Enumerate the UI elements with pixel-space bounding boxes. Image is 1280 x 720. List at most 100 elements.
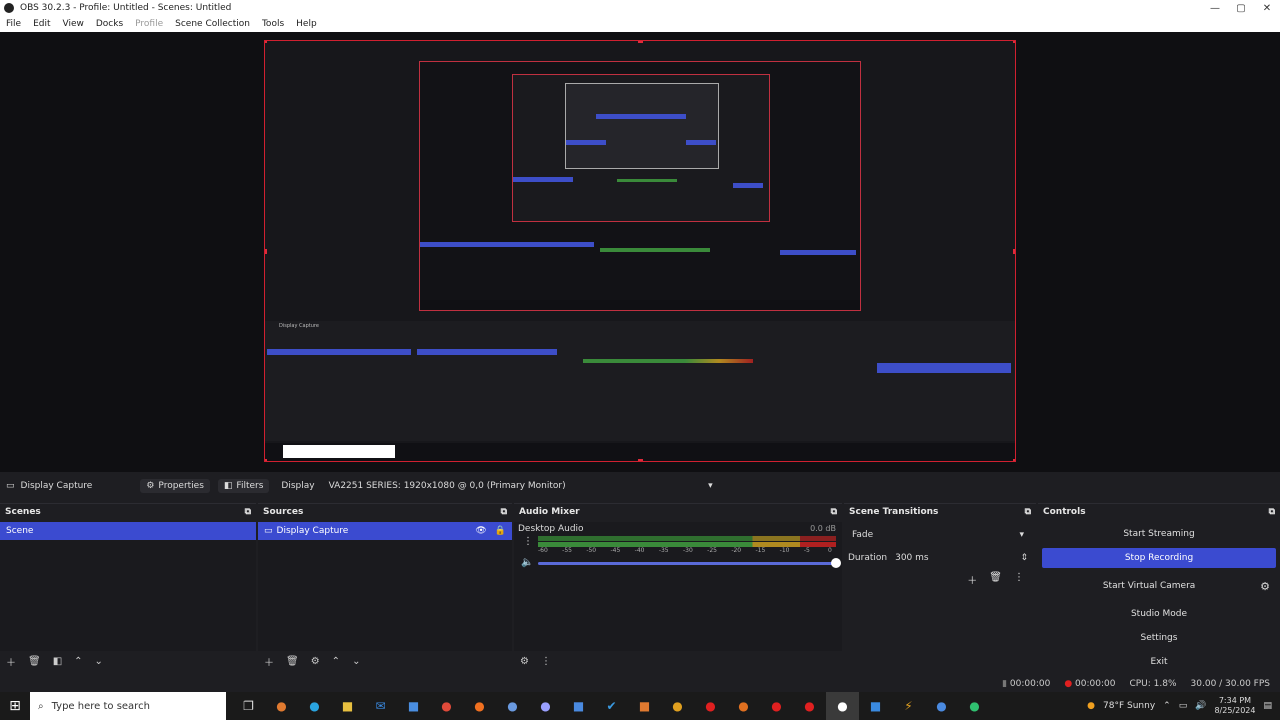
menu-scene-collection[interactable]: Scene Collection — [169, 19, 256, 29]
arrow-down-icon[interactable]: ⌄ — [352, 656, 360, 667]
minimize-icon[interactable]: — — [1202, 0, 1228, 16]
display-select[interactable]: VA2251 SERIES: 1920x1080 @ 0,0 (Primary … — [323, 479, 719, 493]
more-icon[interactable]: ⋮ — [1014, 572, 1024, 587]
channel-level: 0.0 dB — [810, 524, 836, 533]
audio-mixer-dock: Audio Mixer ⧉ Desktop Audio 0.0 dB ⋮ -60 -… — [514, 503, 842, 671]
duration-row: Duration 300 ms ⇕ — [848, 553, 1028, 563]
scene-item[interactable]: Scene — [0, 522, 256, 540]
source-name: Display Capture — [20, 481, 93, 491]
spin-icon[interactable]: ⇕ — [1020, 553, 1028, 563]
chrome-icon[interactable]: ● — [430, 692, 463, 720]
app-icon[interactable]: ● — [496, 692, 529, 720]
windows-start-icon[interactable]: ⊞ — [0, 692, 30, 720]
menu-edit[interactable]: Edit — [27, 19, 56, 29]
app-icon[interactable]: ● — [529, 692, 562, 720]
menu-view[interactable]: View — [57, 19, 90, 29]
add-icon[interactable]: ＋ — [6, 654, 16, 669]
chevron-up-icon[interactable]: ⌃ — [1163, 701, 1171, 711]
add-icon[interactable]: ＋ — [967, 572, 977, 587]
mail-icon[interactable]: ✉ — [364, 692, 397, 720]
app-icon[interactable]: ● — [265, 692, 298, 720]
undock-icon[interactable]: ⧉ — [245, 507, 251, 517]
close-icon[interactable]: ✕ — [1254, 0, 1280, 16]
start-virtual-camera-button[interactable]: Start Virtual Camera — [1042, 576, 1257, 596]
transition-select[interactable]: Fade ▾ — [848, 526, 1028, 544]
undock-icon[interactable]: ⧉ — [501, 507, 507, 517]
app-icon[interactable]: ● — [958, 692, 991, 720]
lock-icon[interactable]: 🔒 — [495, 526, 506, 536]
eye-icon[interactable]: 👁 — [475, 526, 486, 536]
source-item[interactable]: ▭ Display Capture 👁 🔒 — [258, 522, 512, 540]
more-icon[interactable]: ⋮ — [541, 656, 551, 667]
start-streaming-button[interactable]: Start Streaming — [1042, 524, 1276, 544]
meter-tick-label: -50 — [586, 547, 597, 554]
menu-file[interactable]: File — [0, 19, 27, 29]
arrow-down-icon[interactable]: ⌄ — [95, 656, 103, 667]
volume-slider[interactable] — [538, 562, 836, 565]
menu-profile[interactable]: Profile — [129, 19, 169, 29]
undock-icon[interactable]: ⧉ — [1269, 507, 1275, 517]
add-icon[interactable]: ＋ — [264, 654, 274, 669]
app-icon[interactable]: ● — [661, 692, 694, 720]
gear-icon[interactable]: ⚙ — [1260, 580, 1270, 593]
settings-button[interactable]: Settings — [1042, 628, 1276, 648]
app-icon[interactable]: ● — [925, 692, 958, 720]
arrow-up-icon[interactable]: ⌃ — [332, 656, 340, 667]
app-icon[interactable]: ■ — [628, 692, 661, 720]
volume-slider-handle[interactable] — [831, 558, 841, 568]
obs-taskbar-icon[interactable]: ● — [826, 692, 859, 720]
window-controls: — ▢ ✕ — [1202, 0, 1280, 16]
taskbar-search[interactable]: ⌕ Type here to search — [30, 692, 226, 720]
properties-button[interactable]: ⚙ Properties — [140, 479, 210, 493]
speaker-icon[interactable]: 🔈 — [521, 557, 533, 568]
app-icon[interactable]: ● — [793, 692, 826, 720]
stop-recording-button[interactable]: Stop Recording — [1042, 548, 1276, 568]
filters-button[interactable]: ◧ Filters — [217, 479, 270, 493]
store-icon[interactable]: ■ — [397, 692, 430, 720]
folder-icon[interactable]: ■ — [331, 692, 364, 720]
app-icon[interactable]: ● — [694, 692, 727, 720]
menu-docks[interactable]: Docks — [90, 19, 129, 29]
trash-icon[interactable]: 🗑 — [989, 572, 1002, 587]
undock-icon[interactable]: ⧉ — [1025, 507, 1031, 517]
trash-icon[interactable]: 🗑 — [286, 656, 299, 667]
preview-canvas[interactable]: Display Capture — [264, 40, 1016, 462]
maximize-icon[interactable]: ▢ — [1228, 0, 1254, 16]
undock-icon[interactable]: ⧉ — [831, 507, 837, 517]
trash-icon[interactable]: 🗑 — [28, 656, 41, 667]
record-icon: ● — [1064, 679, 1076, 689]
mixer-settings-icon[interactable]: ⚙ — [520, 656, 529, 667]
arrow-up-icon[interactable]: ⌃ — [74, 656, 82, 667]
app-icon[interactable]: ⚡ — [892, 692, 925, 720]
weather-icon: ● — [1087, 701, 1096, 711]
filter-icon[interactable]: ◧ — [53, 656, 62, 667]
studio-mode-button[interactable]: Studio Mode — [1042, 604, 1276, 624]
app-icon[interactable]: ✔ — [595, 692, 628, 720]
volume-icon[interactable]: 🔊 — [1195, 701, 1206, 711]
more-icon[interactable]: ⋮ — [523, 536, 533, 547]
task-view-icon[interactable]: ❐ — [232, 692, 265, 720]
gear-icon[interactable]: ⚙ — [311, 656, 320, 667]
meter-tick-label: -5 — [803, 547, 810, 554]
weather-text[interactable]: 78°F Sunny — [1103, 701, 1155, 711]
app-icon[interactable]: ● — [727, 692, 760, 720]
app-icon[interactable]: ■ — [859, 692, 892, 720]
firefox-icon[interactable]: ● — [463, 692, 496, 720]
meter-tick-label: -20 — [731, 547, 742, 554]
display-label: Display — [281, 481, 315, 491]
taskbar-clock[interactable]: 7:34 PM 8/25/2024 — [1214, 696, 1255, 716]
scenes-dock: Scenes ⧉ Scene ＋ 🗑 ◧ ⌃ ⌄ — [0, 503, 256, 671]
exit-button[interactable]: Exit — [1042, 652, 1276, 672]
edge-icon[interactable]: ● — [298, 692, 331, 720]
menu-tools[interactable]: Tools — [256, 19, 290, 29]
meter-tick-label: 0 — [828, 547, 832, 554]
duration-input[interactable]: 300 ms — [895, 553, 1020, 563]
preview-area: Display Capture — [0, 32, 1280, 472]
filter-icon: ◧ — [223, 481, 233, 491]
menu-help[interactable]: Help — [290, 19, 323, 29]
app-icon[interactable]: ● — [760, 692, 793, 720]
app-icon[interactable]: ■ — [562, 692, 595, 720]
network-icon[interactable]: ▭ — [1179, 701, 1188, 711]
search-icon: ⌕ — [38, 700, 44, 712]
notification-icon[interactable]: ▤ — [1263, 701, 1272, 711]
